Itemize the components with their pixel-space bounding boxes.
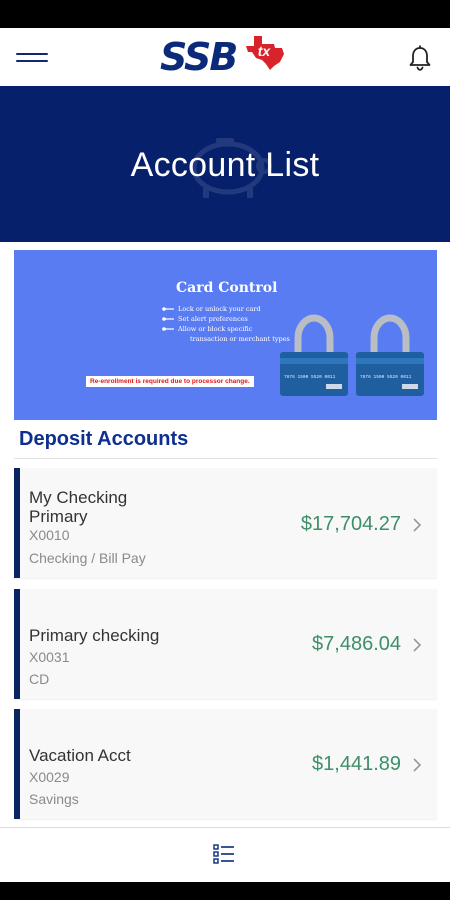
banner-bullet-text: transaction or merchant types (190, 335, 290, 343)
locked-card-icon: 7876 1500 5520 0011 (356, 314, 424, 396)
account-name: My Checking Primary (29, 488, 128, 526)
key-icon (162, 327, 174, 331)
account-type: CD (29, 671, 50, 687)
texas-logo-icon: tx (246, 36, 284, 70)
banner-bullet: Lock or unlock your card (162, 304, 312, 314)
banner-notice: Re-enrollment is required due to process… (86, 376, 254, 387)
page-title: Account List (130, 146, 320, 184)
account-number: X0010 (29, 527, 70, 543)
key-icon (162, 307, 174, 311)
account-balance: $1,441.89 (312, 753, 401, 775)
banner-title: Card Control (176, 280, 278, 296)
key-icon (162, 317, 174, 321)
account-card[interactable]: Vacation Acct X0029 Savings $1,441.89 (14, 709, 437, 819)
banner-bullet-text: Set alert preferences (178, 315, 248, 323)
section-title: Deposit Accounts (19, 428, 189, 450)
hero-banner: Account List (0, 86, 450, 242)
app-screen: SSB tx Account List Card Control Lock or… (0, 28, 450, 882)
account-name: Primary checking (29, 626, 160, 645)
account-card[interactable]: My Checking Primary X0010 Checking / Bil… (14, 468, 437, 578)
account-number: X0031 (29, 649, 70, 665)
card-control-banner[interactable]: Card Control Lock or unlock your card Se… (14, 250, 437, 420)
account-list-icon[interactable] (212, 842, 236, 866)
banner-bullet-text: Allow or block specific (178, 325, 253, 333)
account-type: Savings (29, 791, 79, 807)
chevron-right-icon (413, 638, 422, 652)
top-bar: SSB tx (0, 28, 450, 86)
card-number: 7876 1500 5520 0011 (360, 374, 412, 380)
account-card[interactable]: Primary checking X0031 CD $7,486.04 (14, 589, 437, 699)
ssb-logo: SSB tx (160, 34, 290, 80)
locked-card-icon: 7876 1500 5520 0011 (280, 314, 348, 396)
bottom-nav (0, 827, 450, 882)
account-type: Checking / Bill Pay (29, 550, 146, 566)
account-number: X0029 (29, 769, 70, 785)
account-balance: $17,704.27 (300, 513, 401, 535)
logo-text: SSB (160, 35, 238, 79)
hamburger-menu-icon[interactable] (16, 46, 50, 70)
section-divider (14, 458, 437, 459)
bell-icon[interactable] (406, 44, 434, 72)
account-balance: $7,486.04 (312, 633, 401, 655)
card-number: 7876 1500 5520 0011 (284, 374, 336, 380)
chevron-right-icon (413, 518, 422, 532)
banner-bullet-text: Lock or unlock your card (178, 305, 261, 313)
chevron-right-icon (413, 758, 422, 772)
logo-badge: tx (258, 43, 272, 59)
account-name: Vacation Acct (29, 746, 131, 765)
